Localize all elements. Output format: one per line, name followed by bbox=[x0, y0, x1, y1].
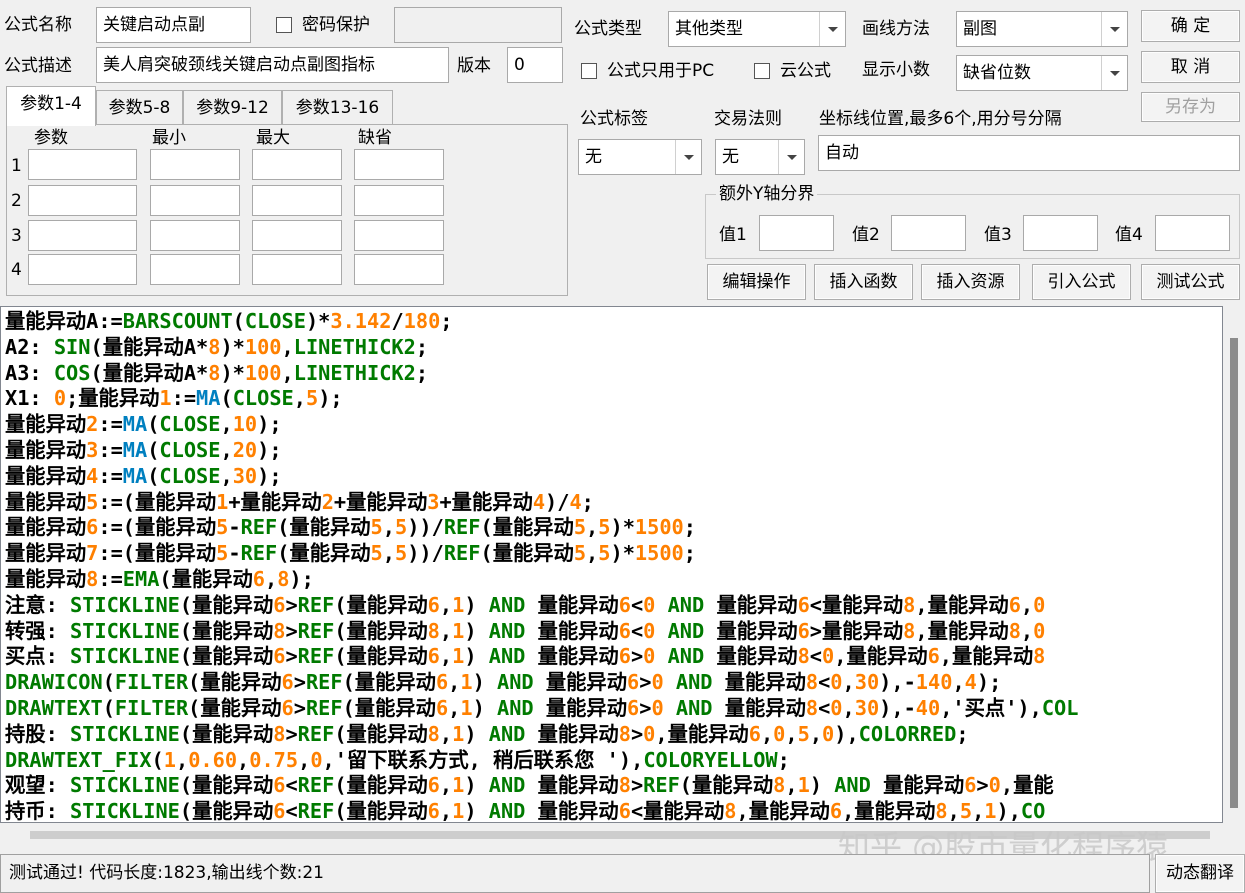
param-header-max: 最大 bbox=[256, 128, 290, 148]
insert-res-button[interactable]: 插入资源 bbox=[921, 264, 1020, 300]
param-name-input[interactable] bbox=[28, 254, 137, 285]
chevron-down-icon[interactable] bbox=[675, 140, 701, 174]
scroll-thumb[interactable] bbox=[1230, 338, 1238, 808]
dynamic-translate-button[interactable]: 动态翻译 bbox=[1155, 854, 1245, 893]
pc-only-checkbox[interactable] bbox=[581, 63, 597, 79]
formula-tag-select[interactable]: 无 bbox=[578, 139, 702, 175]
param-name-input[interactable] bbox=[28, 149, 137, 180]
chevron-down-icon[interactable] bbox=[1101, 56, 1127, 90]
formula-desc-input[interactable]: 美人肩突破颈线关键启动点副图指标 bbox=[96, 47, 449, 83]
draw-method-value: 副图 bbox=[963, 19, 997, 39]
param-default-input[interactable] bbox=[354, 185, 444, 216]
param-row-number: 4 bbox=[11, 260, 22, 280]
tab-params-1-4[interactable]: 参数1-4 bbox=[6, 86, 96, 126]
param-max-input[interactable] bbox=[252, 185, 342, 216]
param-default-input[interactable] bbox=[354, 254, 444, 285]
yaxis-v1-label: 值1 bbox=[719, 225, 747, 245]
trade-rule-label: 交易法则 bbox=[714, 109, 782, 129]
param-row-number: 1 bbox=[11, 156, 22, 176]
param-min-input[interactable] bbox=[150, 149, 240, 180]
version-label: 版本 bbox=[457, 56, 491, 76]
save-as-button[interactable]: 另存为 bbox=[1141, 92, 1240, 122]
param-max-input[interactable] bbox=[252, 149, 342, 180]
yaxis-v4-input[interactable] bbox=[1155, 215, 1230, 251]
tab-params-9-12[interactable]: 参数9-12 bbox=[183, 90, 282, 124]
edit-ops-button[interactable]: 编辑操作 bbox=[707, 264, 806, 300]
coord-input[interactable]: 自动 bbox=[818, 135, 1240, 171]
formula-desc-label: 公式描述 bbox=[4, 56, 72, 76]
trade-rule-select[interactable]: 无 bbox=[715, 139, 805, 175]
formula-tag-label: 公式标签 bbox=[580, 109, 648, 129]
param-min-input[interactable] bbox=[150, 220, 240, 251]
import-formula-button[interactable]: 引入公式 bbox=[1032, 264, 1131, 300]
yaxis-group-label: 额外Y轴分界 bbox=[716, 184, 818, 204]
formula-tag-value: 无 bbox=[585, 147, 602, 167]
status-text: 测试通过! 代码长度:1823,输出线个数:21 bbox=[9, 863, 324, 883]
tab-params-13-16[interactable]: 参数13-16 bbox=[282, 90, 393, 124]
yaxis-v1-input[interactable] bbox=[759, 215, 834, 251]
decimals-label: 显示小数 bbox=[862, 60, 930, 80]
param-max-input[interactable] bbox=[252, 254, 342, 285]
decimals-value: 缺省位数 bbox=[963, 63, 1031, 83]
ok-button[interactable]: 确 定 bbox=[1141, 10, 1240, 42]
draw-method-label: 画线方法 bbox=[862, 19, 930, 39]
password-input[interactable] bbox=[394, 7, 562, 43]
cloud-label: 云公式 bbox=[780, 61, 831, 81]
password-label: 密码保护 bbox=[302, 15, 370, 35]
yaxis-v2-input[interactable] bbox=[891, 215, 966, 251]
param-max-input[interactable] bbox=[252, 220, 342, 251]
vertical-scrollbar[interactable] bbox=[1223, 306, 1245, 823]
param-header-default: 缺省 bbox=[358, 128, 392, 148]
formula-type-label: 公式类型 bbox=[574, 19, 642, 39]
version-input[interactable]: 0 bbox=[507, 47, 563, 83]
chevron-down-icon[interactable] bbox=[819, 12, 845, 46]
cloud-checkbox[interactable] bbox=[754, 63, 770, 79]
chevron-down-icon[interactable] bbox=[778, 140, 804, 174]
draw-method-select[interactable]: 副图 bbox=[956, 11, 1128, 47]
trade-rule-value: 无 bbox=[722, 147, 739, 167]
formula-type-select[interactable]: 其他类型 bbox=[668, 11, 846, 47]
param-row-number: 3 bbox=[11, 226, 22, 246]
code-text[interactable]: 量能异动A:=BARSCOUNT(CLOSE)*3.142/180; A2: S… bbox=[1, 307, 1222, 822]
param-min-input[interactable] bbox=[150, 254, 240, 285]
status-bar: 测试通过! 代码长度:1823,输出线个数:21 bbox=[0, 854, 1150, 893]
test-formula-button[interactable]: 测试公式 bbox=[1141, 264, 1240, 300]
cancel-button[interactable]: 取 消 bbox=[1141, 51, 1240, 83]
password-checkbox[interactable] bbox=[276, 17, 292, 33]
formula-name-input[interactable]: 关键启动点副 bbox=[96, 7, 251, 43]
tab-params-5-8[interactable]: 参数5-8 bbox=[96, 90, 183, 124]
param-header-name: 参数 bbox=[34, 128, 68, 148]
param-name-input[interactable] bbox=[28, 220, 137, 251]
param-default-input[interactable] bbox=[354, 220, 444, 251]
code-editor[interactable]: 量能异动A:=BARSCOUNT(CLOSE)*3.142/180; A2: S… bbox=[0, 306, 1223, 823]
pc-only-label: 公式只用于PC bbox=[607, 61, 715, 81]
yaxis-v3-input[interactable] bbox=[1023, 215, 1098, 251]
param-header-min: 最小 bbox=[152, 128, 186, 148]
yaxis-v4-label: 值4 bbox=[1115, 225, 1143, 245]
formula-name-label: 公式名称 bbox=[4, 15, 72, 35]
insert-func-button[interactable]: 插入函数 bbox=[814, 264, 913, 300]
chevron-down-icon[interactable] bbox=[1101, 12, 1127, 46]
yaxis-v3-label: 值3 bbox=[984, 225, 1012, 245]
param-name-input[interactable] bbox=[28, 185, 137, 216]
coord-label: 坐标线位置,最多6个,用分号分隔 bbox=[819, 109, 1062, 129]
formula-type-value: 其他类型 bbox=[675, 19, 743, 39]
param-default-input[interactable] bbox=[354, 149, 444, 180]
param-row-number: 2 bbox=[11, 191, 22, 211]
yaxis-v2-label: 值2 bbox=[852, 225, 880, 245]
param-min-input[interactable] bbox=[150, 185, 240, 216]
decimals-select[interactable]: 缺省位数 bbox=[956, 55, 1128, 91]
